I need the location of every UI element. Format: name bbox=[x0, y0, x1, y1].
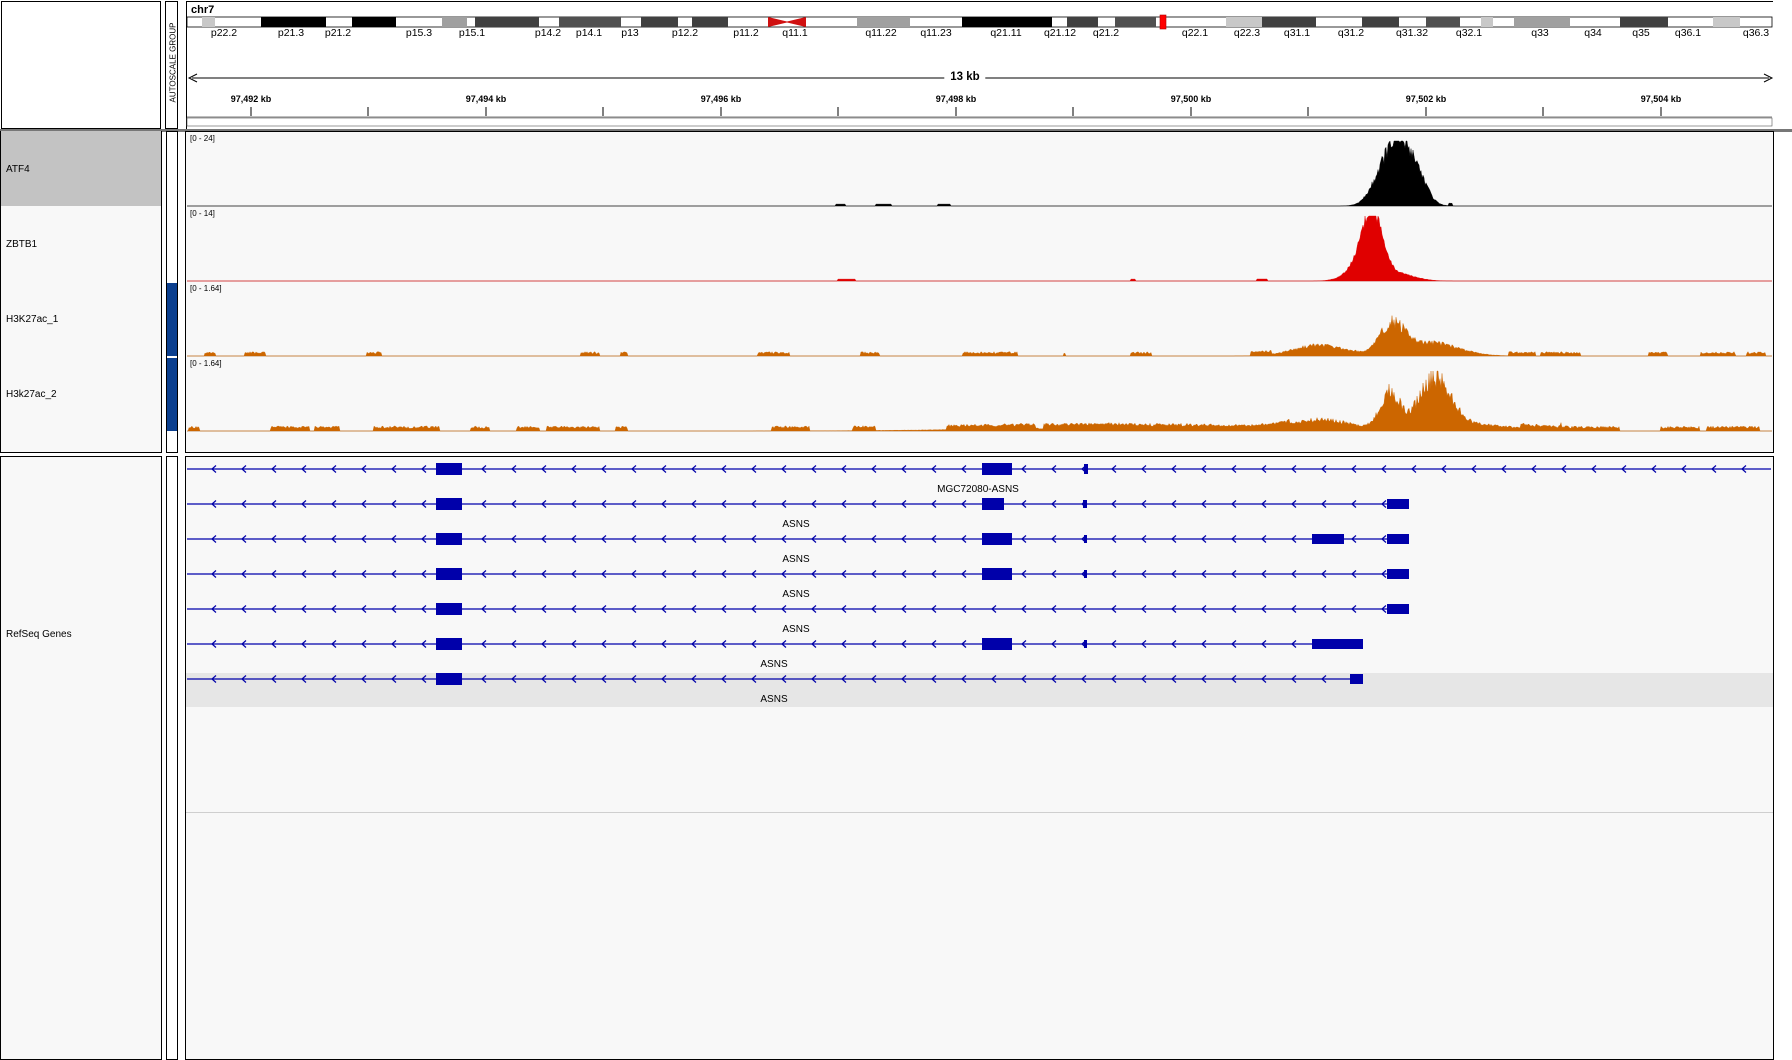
gene-label-5: ASNS bbox=[760, 659, 788, 670]
gene-exon bbox=[1083, 500, 1087, 508]
gene-exon bbox=[1084, 535, 1087, 543]
gene-exon bbox=[436, 498, 462, 510]
gene-label-1: ASNS bbox=[782, 519, 810, 530]
gene-exon bbox=[436, 568, 462, 580]
gene-exon bbox=[982, 498, 1004, 510]
gene-exon bbox=[436, 533, 462, 545]
gene-exon bbox=[1084, 640, 1087, 648]
refseq-gene-track[interactable] bbox=[0, 0, 1792, 1060]
gene-model-1 bbox=[187, 498, 1409, 510]
gene-label-6: ASNS bbox=[760, 694, 788, 705]
gene-exon bbox=[982, 533, 1012, 545]
gene-label-4: ASNS bbox=[782, 624, 810, 635]
gene-exon bbox=[982, 638, 1012, 650]
gene-model-3 bbox=[187, 568, 1409, 580]
gene-exon bbox=[1084, 570, 1087, 578]
gene-exon bbox=[982, 568, 1012, 580]
gene-exon bbox=[1084, 464, 1088, 474]
gene-exon bbox=[1387, 569, 1409, 579]
gene-model-4 bbox=[187, 603, 1409, 615]
gene-exon bbox=[1387, 604, 1409, 614]
gene-label-2: ASNS bbox=[782, 554, 810, 565]
gene-exon bbox=[436, 463, 462, 475]
gene-model-2 bbox=[187, 533, 1409, 545]
gene-exon bbox=[436, 603, 462, 615]
gene-exon bbox=[1312, 534, 1344, 544]
gene-label-3: ASNS bbox=[782, 589, 810, 600]
gene-exon bbox=[1387, 499, 1409, 509]
gene-exon bbox=[436, 673, 462, 685]
gene-exon bbox=[1350, 674, 1363, 684]
gene-exon bbox=[436, 638, 462, 650]
gene-exon bbox=[1387, 534, 1409, 544]
gene-model-6 bbox=[187, 673, 1363, 685]
gene-exon bbox=[982, 463, 1012, 475]
gene-exon bbox=[1312, 639, 1363, 649]
gene-label-0: MGC72080-ASNS bbox=[937, 484, 1019, 495]
gene-model-5 bbox=[187, 638, 1363, 650]
gene-model-0 bbox=[187, 463, 1771, 475]
